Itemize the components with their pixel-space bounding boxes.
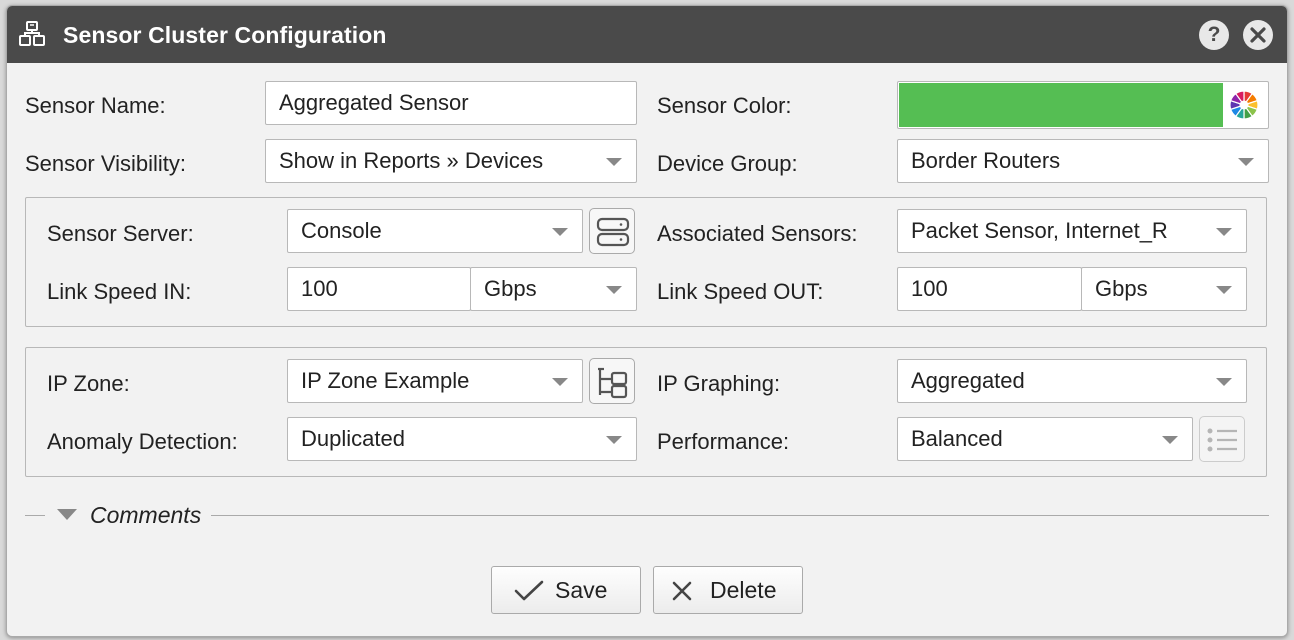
chevron-down-icon	[1216, 228, 1232, 236]
sensor-server-label: Sensor Server:	[47, 221, 194, 246]
sensor-server-value: Console	[301, 218, 382, 243]
chevron-down-icon	[552, 378, 568, 386]
link-speed-in-label: Link Speed IN:	[47, 279, 192, 304]
save-button[interactable]: Save	[491, 566, 641, 614]
sensor-color-field[interactable]	[897, 81, 1269, 129]
link-speed-in-unit-value: Gbps	[484, 276, 537, 301]
link-speed-in-input[interactable]: 100	[287, 267, 471, 311]
ip-graphing-value: Aggregated	[911, 368, 1025, 393]
chevron-down-icon	[1216, 286, 1232, 294]
sensor-cluster-dialog: Sensor Cluster Configuration ? Sensor Na…	[6, 5, 1288, 637]
ip-graphing-select[interactable]: Aggregated	[897, 359, 1247, 403]
link-speed-out-input[interactable]: 100	[897, 267, 1082, 311]
ip-zone-select[interactable]: IP Zone Example	[287, 359, 583, 403]
chevron-down-icon	[606, 158, 622, 166]
delete-button[interactable]: Delete	[653, 566, 803, 614]
anomaly-detection-select[interactable]: Duplicated	[287, 417, 637, 461]
performance-label: Performance:	[657, 429, 790, 454]
performance-button[interactable]	[1199, 416, 1245, 462]
link-speed-out-unit-value: Gbps	[1095, 276, 1148, 301]
device-group-label: Device Group:	[657, 151, 798, 176]
sensor-color-label: Sensor Color:	[657, 93, 792, 118]
title-bar: Sensor Cluster Configuration ?	[7, 6, 1287, 63]
anomaly-detection-label: Anomaly Detection:	[47, 429, 238, 454]
associated-sensors-select[interactable]: Packet Sensor, Internet_R	[897, 209, 1247, 253]
chevron-down-icon	[552, 228, 568, 236]
caret-down-icon[interactable]	[57, 509, 77, 520]
comments-toggle[interactable]: Comments	[90, 502, 201, 529]
performance-value: Balanced	[911, 426, 1003, 451]
list-icon	[1207, 428, 1237, 452]
close-icon	[1250, 27, 1266, 43]
chevron-down-icon	[1162, 436, 1178, 444]
chevron-down-icon	[1238, 158, 1254, 166]
sensor-visibility-label: Sensor Visibility:	[25, 151, 186, 176]
save-label: Save	[555, 577, 608, 603]
link-speed-out-unit-select[interactable]: Gbps	[1081, 267, 1247, 311]
ip-graphing-label: IP Graphing:	[657, 371, 781, 396]
performance-select[interactable]: Balanced	[897, 417, 1193, 461]
tree-icon	[598, 367, 628, 399]
sensor-name-label: Sensor Name:	[25, 93, 166, 118]
sensor-color-swatch[interactable]	[899, 83, 1223, 127]
help-button[interactable]: ?	[1199, 20, 1229, 50]
sensor-server-select[interactable]: Console	[287, 209, 583, 253]
sensor-server-button[interactable]	[589, 208, 635, 254]
sensor-visibility-value: Show in Reports » Devices	[279, 148, 544, 173]
check-icon	[514, 580, 544, 601]
delete-label: Delete	[710, 577, 777, 603]
anomaly-detection-value: Duplicated	[301, 426, 405, 451]
comments-divider-left	[25, 515, 45, 516]
ip-zone-button[interactable]	[589, 358, 635, 404]
server-icon	[596, 217, 630, 247]
sensor-name-input[interactable]: Aggregated Sensor	[265, 81, 637, 125]
chevron-down-icon	[606, 436, 622, 444]
device-group-value: Border Routers	[911, 148, 1061, 173]
sensor-cluster-icon	[19, 21, 45, 47]
color-wheel-icon[interactable]	[1228, 89, 1260, 121]
dialog-title: Sensor Cluster Configuration	[63, 22, 387, 48]
associated-sensors-value: Packet Sensor, Internet_R	[911, 218, 1168, 243]
chevron-down-icon	[606, 286, 622, 294]
associated-sensors-label: Associated Sensors:	[657, 221, 858, 246]
link-speed-in-unit-select[interactable]: Gbps	[470, 267, 637, 311]
link-speed-out-label: Link Speed OUT:	[657, 279, 824, 304]
ip-zone-label: IP Zone:	[47, 371, 130, 396]
comments-divider-right	[211, 515, 1269, 516]
device-group-select[interactable]: Border Routers	[897, 139, 1269, 183]
help-icon: ?	[1207, 23, 1221, 46]
close-button[interactable]	[1243, 20, 1273, 50]
sensor-visibility-select[interactable]: Show in Reports » Devices	[265, 139, 637, 183]
chevron-down-icon	[1216, 378, 1232, 386]
x-icon	[672, 581, 692, 601]
ip-zone-value: IP Zone Example	[301, 368, 470, 393]
